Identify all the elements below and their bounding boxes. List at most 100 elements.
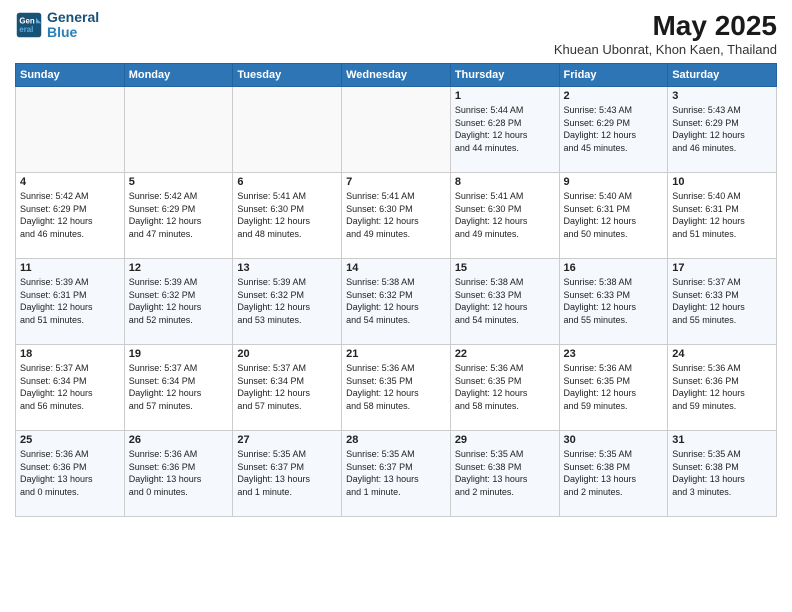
- day-number: 1: [455, 90, 555, 102]
- day-number: 9: [564, 176, 664, 188]
- cell-info: Sunrise: 5:37 AM Sunset: 6:33 PM Dayligh…: [672, 276, 772, 326]
- cell-info: Sunrise: 5:38 AM Sunset: 6:33 PM Dayligh…: [455, 276, 555, 326]
- cell-info: Sunrise: 5:42 AM Sunset: 6:29 PM Dayligh…: [20, 190, 120, 240]
- cell-info: Sunrise: 5:35 AM Sunset: 6:38 PM Dayligh…: [455, 448, 555, 498]
- logo-line2: Blue: [47, 25, 99, 40]
- week-row-2: 4 Sunrise: 5:42 AM Sunset: 6:29 PM Daylig…: [16, 173, 777, 259]
- cell-info: Sunrise: 5:41 AM Sunset: 6:30 PM Dayligh…: [237, 190, 337, 240]
- cell-info: Sunrise: 5:43 AM Sunset: 6:29 PM Dayligh…: [564, 104, 664, 154]
- page: Gen eral General Blue May 2025 Khuean Ub…: [0, 0, 792, 612]
- title-block: May 2025 Khuean Ubonrat, Khon Kaen, Thai…: [554, 10, 777, 57]
- day-cell: [233, 87, 342, 173]
- day-number: 13: [237, 262, 337, 274]
- day-number: 4: [20, 176, 120, 188]
- day-number: 19: [129, 348, 229, 360]
- day-cell: 9 Sunrise: 5:40 AM Sunset: 6:31 PM Daylig…: [559, 173, 668, 259]
- cell-info: Sunrise: 5:35 AM Sunset: 6:38 PM Dayligh…: [672, 448, 772, 498]
- day-number: 22: [455, 348, 555, 360]
- header-cell-sunday: Sunday: [16, 64, 125, 87]
- day-cell: 24Sunrise: 5:36 AM Sunset: 6:36 PM Dayli…: [668, 345, 777, 431]
- day-number: 23: [564, 348, 664, 360]
- cell-info: Sunrise: 5:44 AM Sunset: 6:28 PM Dayligh…: [455, 104, 555, 154]
- day-number: 27: [237, 434, 337, 446]
- cell-info: Sunrise: 5:35 AM Sunset: 6:37 PM Dayligh…: [237, 448, 337, 498]
- cell-info: Sunrise: 5:38 AM Sunset: 6:33 PM Dayligh…: [564, 276, 664, 326]
- day-number: 6: [237, 176, 337, 188]
- cell-info: Sunrise: 5:36 AM Sunset: 6:35 PM Dayligh…: [564, 362, 664, 412]
- day-cell: 16 Sunrise: 5:38 AM Sunset: 6:33 PM Dayli…: [559, 259, 668, 345]
- header-cell-monday: Monday: [124, 64, 233, 87]
- day-cell: 23 Sunrise: 5:36 AM Sunset: 6:35 PM Dayli…: [559, 345, 668, 431]
- logo-text: General Blue: [47, 10, 99, 41]
- day-cell: 3 Sunrise: 5:43 AM Sunset: 6:29 PM Daylig…: [668, 87, 777, 173]
- week-row-1: 1 Sunrise: 5:44 AM Sunset: 6:28 PM Daylig…: [16, 87, 777, 173]
- cell-info: Sunrise: 5:37 AM Sunset: 6:34 PM Dayligh…: [237, 362, 337, 412]
- day-number: 20: [237, 348, 337, 360]
- week-row-5: 25 Sunrise: 5:36 AM Sunset: 6:36 PM Dayli…: [16, 431, 777, 517]
- day-cell: 5 Sunrise: 5:42 AM Sunset: 6:29 PM Daylig…: [124, 173, 233, 259]
- day-number: 11: [20, 262, 120, 274]
- day-cell: 20 Sunrise: 5:37 AM Sunset: 6:34 PM Dayli…: [233, 345, 342, 431]
- subtitle: Khuean Ubonrat, Khon Kaen, Thailand: [554, 42, 777, 57]
- day-number: 16: [564, 262, 664, 274]
- day-number: 2: [564, 90, 664, 102]
- day-number: 31: [672, 434, 772, 446]
- cell-info: Sunrise: 5:35 AM Sunset: 6:37 PM Dayligh…: [346, 448, 446, 498]
- day-cell: 27 Sunrise: 5:35 AM Sunset: 6:37 PM Dayli…: [233, 431, 342, 517]
- day-number: 25: [20, 434, 120, 446]
- day-cell: 31 Sunrise: 5:35 AM Sunset: 6:38 PM Dayli…: [668, 431, 777, 517]
- cell-info: Sunrise: 5:38 AM Sunset: 6:32 PM Dayligh…: [346, 276, 446, 326]
- cell-info: Sunrise: 5:39 AM Sunset: 6:32 PM Dayligh…: [237, 276, 337, 326]
- header-cell-friday: Friday: [559, 64, 668, 87]
- day-cell: [124, 87, 233, 173]
- cell-info: Sunrise: 5:42 AM Sunset: 6:29 PM Dayligh…: [129, 190, 229, 240]
- day-number: 8: [455, 176, 555, 188]
- header-cell-wednesday: Wednesday: [342, 64, 451, 87]
- day-number: 3: [672, 90, 772, 102]
- day-number: 7: [346, 176, 446, 188]
- day-cell: 11 Sunrise: 5:39 AM Sunset: 6:31 PM Dayli…: [16, 259, 125, 345]
- calendar-header: SundayMondayTuesdayWednesdayThursdayFrid…: [16, 64, 777, 87]
- day-cell: 17 Sunrise: 5:37 AM Sunset: 6:33 PM Dayli…: [668, 259, 777, 345]
- day-cell: [16, 87, 125, 173]
- day-cell: 13 Sunrise: 5:39 AM Sunset: 6:32 PM Dayli…: [233, 259, 342, 345]
- day-cell: 6 Sunrise: 5:41 AM Sunset: 6:30 PM Daylig…: [233, 173, 342, 259]
- day-cell: 8Sunrise: 5:41 AM Sunset: 6:30 PM Daylig…: [450, 173, 559, 259]
- day-cell: 28Sunrise: 5:35 AM Sunset: 6:37 PM Dayli…: [342, 431, 451, 517]
- day-number: 5: [129, 176, 229, 188]
- cell-info: Sunrise: 5:41 AM Sunset: 6:30 PM Dayligh…: [346, 190, 446, 240]
- day-number: 21: [346, 348, 446, 360]
- header: Gen eral General Blue May 2025 Khuean Ub…: [15, 10, 777, 57]
- day-cell: [342, 87, 451, 173]
- day-number: 17: [672, 262, 772, 274]
- day-cell: 10Sunrise: 5:40 AM Sunset: 6:31 PM Dayli…: [668, 173, 777, 259]
- day-cell: 14Sunrise: 5:38 AM Sunset: 6:32 PM Dayli…: [342, 259, 451, 345]
- cell-info: Sunrise: 5:36 AM Sunset: 6:35 PM Dayligh…: [346, 362, 446, 412]
- calendar-body: 1 Sunrise: 5:44 AM Sunset: 6:28 PM Daylig…: [16, 87, 777, 517]
- week-row-3: 11 Sunrise: 5:39 AM Sunset: 6:31 PM Dayli…: [16, 259, 777, 345]
- cell-info: Sunrise: 5:36 AM Sunset: 6:36 PM Dayligh…: [672, 362, 772, 412]
- cell-info: Sunrise: 5:43 AM Sunset: 6:29 PM Dayligh…: [672, 104, 772, 154]
- day-cell: 22Sunrise: 5:36 AM Sunset: 6:35 PM Dayli…: [450, 345, 559, 431]
- header-row: SundayMondayTuesdayWednesdayThursdayFrid…: [16, 64, 777, 87]
- day-number: 26: [129, 434, 229, 446]
- cell-info: Sunrise: 5:40 AM Sunset: 6:31 PM Dayligh…: [564, 190, 664, 240]
- cell-info: Sunrise: 5:35 AM Sunset: 6:38 PM Dayligh…: [564, 448, 664, 498]
- day-cell: 7 Sunrise: 5:41 AM Sunset: 6:30 PM Daylig…: [342, 173, 451, 259]
- cell-info: Sunrise: 5:36 AM Sunset: 6:36 PM Dayligh…: [129, 448, 229, 498]
- day-cell: 2 Sunrise: 5:43 AM Sunset: 6:29 PM Daylig…: [559, 87, 668, 173]
- cell-info: Sunrise: 5:39 AM Sunset: 6:31 PM Dayligh…: [20, 276, 120, 326]
- header-cell-saturday: Saturday: [668, 64, 777, 87]
- day-cell: 29Sunrise: 5:35 AM Sunset: 6:38 PM Dayli…: [450, 431, 559, 517]
- day-cell: 15Sunrise: 5:38 AM Sunset: 6:33 PM Dayli…: [450, 259, 559, 345]
- logo-line1: General: [47, 10, 99, 25]
- svg-text:Gen: Gen: [19, 17, 34, 26]
- day-cell: 26 Sunrise: 5:36 AM Sunset: 6:36 PM Dayli…: [124, 431, 233, 517]
- cell-info: Sunrise: 5:39 AM Sunset: 6:32 PM Dayligh…: [129, 276, 229, 326]
- day-number: 10: [672, 176, 772, 188]
- day-cell: 21 Sunrise: 5:36 AM Sunset: 6:35 PM Dayli…: [342, 345, 451, 431]
- main-title: May 2025: [554, 10, 777, 42]
- day-cell: 1 Sunrise: 5:44 AM Sunset: 6:28 PM Daylig…: [450, 87, 559, 173]
- day-cell: 30Sunrise: 5:35 AM Sunset: 6:38 PM Dayli…: [559, 431, 668, 517]
- header-cell-tuesday: Tuesday: [233, 64, 342, 87]
